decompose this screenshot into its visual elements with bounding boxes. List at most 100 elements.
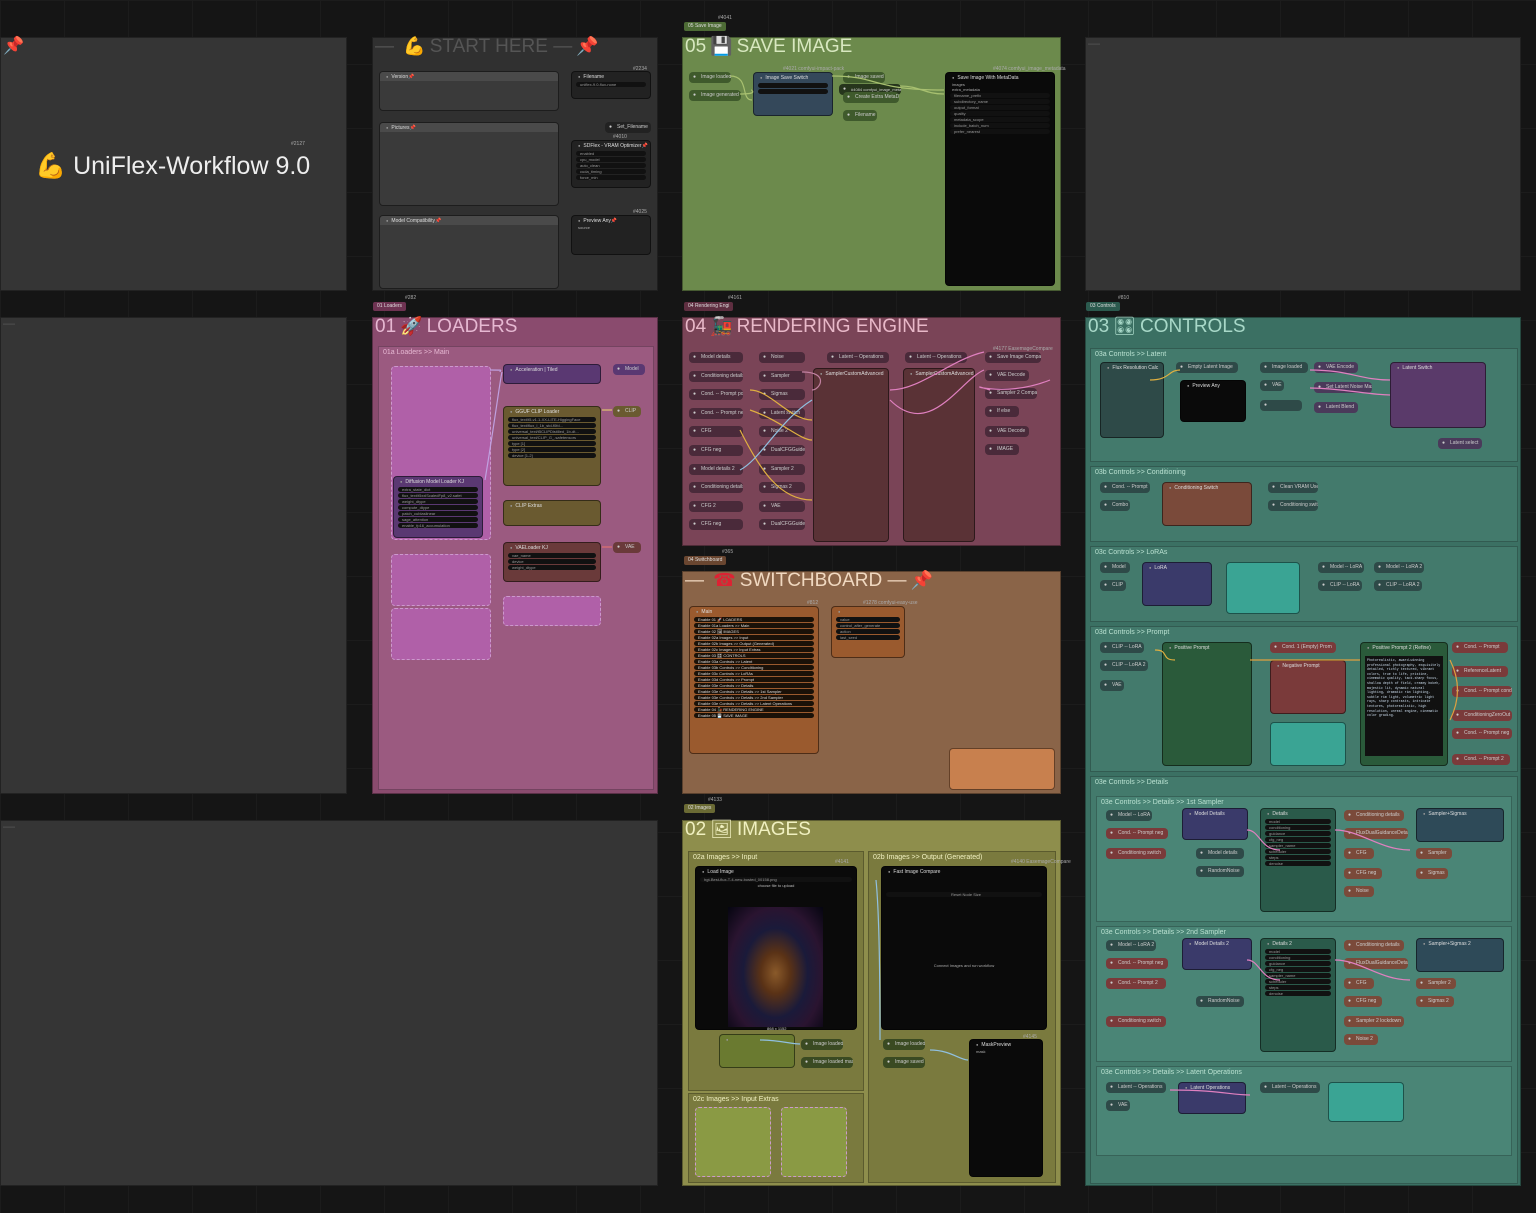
- detail-row[interactable]: conditioning: [1265, 955, 1331, 960]
- cfg-neg-node[interactable]: CFG neg: [1344, 996, 1382, 1007]
- group-tag[interactable]: 04 Switchboard: [684, 556, 727, 565]
- detail-row[interactable]: steps: [1265, 855, 1331, 860]
- render-mid-node[interactable]: DualCFGGuider: [759, 519, 805, 531]
- render-mid-node[interactable]: Noise 2: [759, 426, 805, 438]
- latent-select-node[interactable]: Latent select: [1438, 438, 1482, 449]
- clip-lora-2-node[interactable]: CLIP -- LoRA 2: [1100, 660, 1148, 671]
- save-image-metadata-node[interactable]: Save Image With MetaData images extra_me…: [945, 72, 1055, 286]
- clip-extras-node[interactable]: CLIP Extras: [503, 500, 601, 526]
- render-input-node[interactable]: Model details: [689, 352, 743, 363]
- switch-row[interactable]: Enable 02 🖼 IMAGES: [694, 629, 814, 634]
- switch-row[interactable]: Enable 02b Images >> Output (Generated): [694, 641, 814, 646]
- preview-any-node[interactable]: Preview Any: [1180, 380, 1246, 422]
- filename-node[interactable]: Filename: [843, 110, 877, 121]
- render-mid-node[interactable]: Sampler: [759, 370, 805, 382]
- cond-prompt-neg-node[interactable]: Cond. -- Prompt neg: [1452, 728, 1512, 739]
- fast-image-compare-node[interactable]: Fast Image Compare Reset Node Size Conne…: [881, 866, 1047, 1030]
- guidance-prompt-node[interactable]: Cond. 1 (Empty) Prom: [1270, 642, 1336, 653]
- conditioning-zero-out-node[interactable]: ConditioningZeroOut: [1452, 710, 1512, 721]
- cond-prompt-neg-node[interactable]: Cond. -- Prompt neg: [1106, 958, 1168, 969]
- group-tag[interactable]: 02 Images: [684, 804, 716, 813]
- render-input-node[interactable]: CFG 2: [689, 500, 743, 512]
- rendering-engine-group[interactable]: 04🚂RENDERING ENGINE Model details Conditi…: [682, 316, 1061, 546]
- vae-decode-node[interactable]: VAE Decode: [985, 370, 1029, 381]
- detail-row[interactable]: scheduler: [1265, 979, 1331, 984]
- acceleration-tiled-node[interactable]: Acceleration | Tiled: [503, 364, 601, 384]
- seed-row[interactable]: value: [836, 617, 900, 622]
- image-generated-node[interactable]: Image generated: [689, 90, 741, 101]
- vae-loader-node[interactable]: VAELoader KJ vae_namedeviceweight_dtype: [503, 542, 601, 582]
- vae-decode-node[interactable]: VAE Decode: [985, 426, 1029, 437]
- switchboard-group[interactable]: — ☎SWITCHBOARD —📌 #812 MainEnable 01 🚀 L…: [682, 570, 1061, 794]
- detail-row[interactable]: cfg_neg: [1265, 837, 1331, 842]
- model-lora-node[interactable]: Model -- LoRA: [1318, 562, 1364, 573]
- details-node[interactable]: Detailsmodelconditioningguidancecfg_negs…: [1260, 808, 1336, 912]
- create-extra-metadata-node[interactable]: Create Extra MetaData: [843, 92, 899, 103]
- switch-row[interactable]: Enable 03e Controls >> Details >> 2nd Sa…: [694, 695, 814, 700]
- latent-operations-output-node[interactable]: Latent -- Operations: [1260, 1082, 1320, 1093]
- noise-2-node[interactable]: Noise 2: [1344, 1034, 1378, 1045]
- sigmas-2-node[interactable]: Sigmas 2: [1416, 996, 1454, 1007]
- latent-blend-node[interactable]: Latent Blend: [1314, 402, 1358, 413]
- bypassed-node[interactable]: [391, 554, 491, 606]
- sampler-2-compare-node[interactable]: Sampler 2 Compare: [985, 388, 1037, 399]
- detail-row[interactable]: cfg_neg: [1265, 967, 1331, 972]
- conditioning-switch-node[interactable]: Conditioning switch: [1106, 1016, 1166, 1027]
- model-details-node[interactable]: Model details: [1196, 848, 1244, 859]
- lora-node[interactable]: LoRA: [1142, 562, 1212, 606]
- model-node[interactable]: Model: [613, 364, 645, 375]
- clip-lora-2-node[interactable]: CLIP -- LoRA 2: [1374, 580, 1422, 591]
- cond-prompt-node[interactable]: Cond. -- Prompt: [1452, 642, 1508, 653]
- cond-prompt-cond-node[interactable]: Cond. -- Prompt cond: [1452, 686, 1512, 697]
- seed-node[interactable]: valuecontrol_after_generateactionlast_se…: [831, 606, 905, 658]
- cond-prompt-2-node[interactable]: Cond. -- Prompt 2: [1452, 754, 1510, 765]
- images-group[interactable]: 02 🖼 IMAGES 02a Images >> Input 02b Images…: [682, 819, 1071, 1186]
- image-save-switch-node[interactable]: Image Save Switch: [753, 72, 833, 116]
- render-mid-node[interactable]: Sigmas: [759, 389, 805, 401]
- diffusion-model-loader-node[interactable]: Diffusion Model Loader KJ extra_state_di…: [393, 476, 483, 538]
- render-input-node[interactable]: CFG neg: [689, 445, 743, 456]
- image-loaded-node[interactable]: Image loaded: [689, 72, 731, 83]
- save-image-group[interactable]: 05💾SAVE IMAGE Image loaded Image generat…: [682, 36, 1066, 291]
- preview-any-node[interactable]: Preview Any📌source: [571, 215, 651, 255]
- negative-prompt-node[interactable]: Negative Prompt: [1270, 660, 1346, 714]
- cond-prompt-2-node[interactable]: Cond. -- Prompt 2: [1106, 978, 1166, 989]
- bypassed-node[interactable]: [391, 608, 491, 660]
- seed-row[interactable]: action: [836, 629, 900, 634]
- clip-node[interactable]: CLIP: [1100, 580, 1126, 591]
- image-loaded-node[interactable]: Image loaded: [1260, 362, 1308, 373]
- switch-row[interactable]: Enable 02c Images >> Input Extras: [694, 647, 814, 652]
- conditioning-switch-node[interactable]: Conditioning switch: [1106, 848, 1166, 859]
- sampler-2-node[interactable]: Sampler 2: [1416, 978, 1456, 989]
- render-input-node[interactable]: Model details 2: [689, 463, 743, 475]
- render-mid-node[interactable]: Sampler 2: [759, 463, 805, 475]
- empty-group[interactable]: —: [0, 819, 658, 1186]
- model-lora-2-node[interactable]: Model -- LoRA 2: [1106, 940, 1156, 951]
- render-input-node[interactable]: Conditioning details: [689, 482, 743, 494]
- latent-operations-node[interactable]: Latent -- Operations: [827, 352, 889, 363]
- filename-node[interactable]: Filenameuniflex-9.0-flux-none: [571, 71, 651, 99]
- loaders-group[interactable]: 01🚀LOADERS 01a Loaders >> Main Diffusion…: [372, 316, 658, 794]
- detail-row[interactable]: denoise: [1265, 991, 1331, 996]
- render-input-node[interactable]: Conditioning details: [689, 370, 743, 382]
- switch-row[interactable]: Enable 03e Controls >> Details >> 1st Sa…: [694, 689, 814, 694]
- collapsed-node[interactable]: [1328, 1082, 1404, 1122]
- bypassed-node[interactable]: [695, 1107, 771, 1177]
- if-else-node[interactable]: If else: [985, 406, 1019, 417]
- version-node[interactable]: Version📌: [379, 71, 559, 111]
- latent-operations-node[interactable]: Latent -- Operations: [1106, 1082, 1166, 1093]
- switch-row[interactable]: Enable 05 💾 SAVE IMAGE: [694, 713, 814, 718]
- render-mid-node[interactable]: DualCFGGuider: [759, 445, 805, 456]
- image-saved-node[interactable]: Image saved: [843, 72, 885, 83]
- sampler-sigmas-node[interactable]: Sampler+Sigmas: [1416, 808, 1504, 842]
- model-details-2-node[interactable]: Model Details 2: [1182, 938, 1252, 970]
- model-node[interactable]: Model: [1100, 562, 1130, 573]
- detail-row[interactable]: guidance: [1265, 831, 1331, 836]
- image-loaded-mask-node[interactable]: [1260, 400, 1302, 411]
- vae-encode-node[interactable]: VAE Encode: [1314, 362, 1358, 373]
- seed-row[interactable]: last_seed: [836, 635, 900, 640]
- vram-optimizer-node[interactable]: SDFlex - VRAM Optimizer📌 enabledcpu_mode…: [571, 140, 651, 188]
- group-tag[interactable]: 03 Controls: [1086, 302, 1120, 311]
- model-lora-node[interactable]: Model -- LoRA: [1106, 810, 1152, 821]
- switch-row[interactable]: Enable 04 🚂 RENDERING ENGINE: [694, 707, 814, 712]
